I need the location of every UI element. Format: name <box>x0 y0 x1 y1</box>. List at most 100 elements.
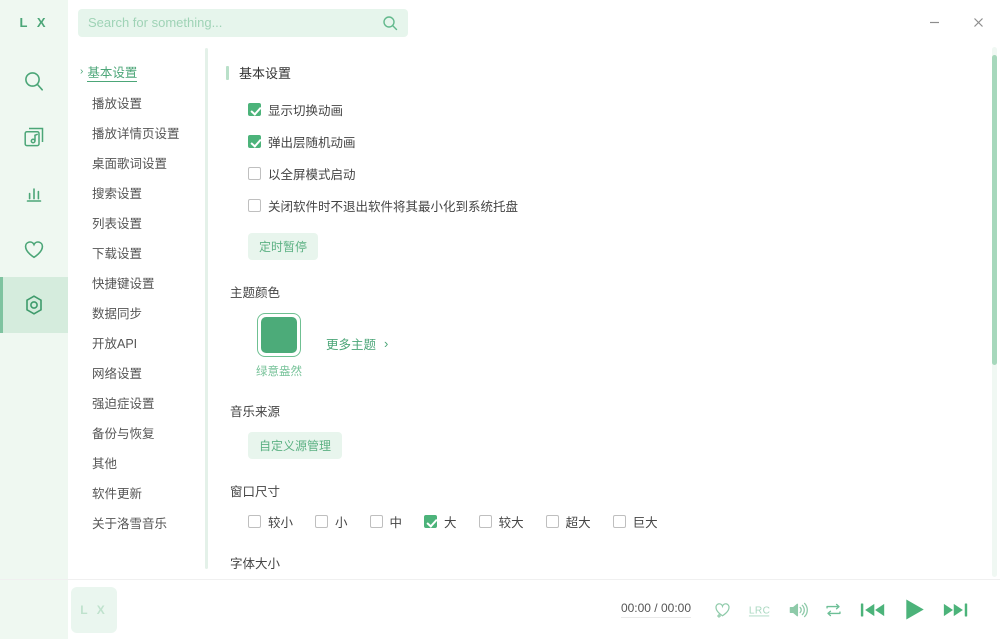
minimize-button[interactable] <box>912 0 956 45</box>
window-size-option-huge[interactable]: 巨大 <box>613 512 658 531</box>
nav-item-download-settings[interactable]: 下载设置 <box>68 237 208 267</box>
rail-song-list-icon[interactable] <box>0 109 68 165</box>
nav-item-play-settings[interactable]: 播放设置 <box>68 87 208 117</box>
nav-item-label: 播放设置 <box>92 93 142 112</box>
nav-item-label: 强迫症设置 <box>92 393 155 412</box>
nav-item-about[interactable]: 关于洛雪音乐 <box>68 507 208 537</box>
checkbox-box[interactable] <box>424 515 437 528</box>
rail-settings-icon[interactable] <box>0 277 68 333</box>
nav-item-label: 基本设置 <box>87 62 137 82</box>
favorite-icon[interactable] <box>713 600 732 619</box>
chevron-right-icon: › <box>80 67 83 77</box>
checkbox-box[interactable] <box>479 515 492 528</box>
theme-swatch-green[interactable]: 绿意盎然 <box>248 313 310 379</box>
previous-track-button[interactable] <box>859 599 887 621</box>
more-themes-link[interactable]: 更多主题 › <box>326 334 388 353</box>
app-logo: L X <box>0 0 68 45</box>
checkbox-box[interactable] <box>248 199 261 212</box>
theme-color-label: 主题颜色 <box>230 282 1000 301</box>
music-source-label: 音乐来源 <box>230 401 1000 420</box>
checkbox-box[interactable] <box>370 515 383 528</box>
nav-item-backup-restore[interactable]: 备份与恢复 <box>68 417 208 447</box>
theme-swatch-color <box>261 317 297 353</box>
checkbox-label: 弹出层随机动画 <box>268 132 356 151</box>
nav-item-network-settings[interactable]: 网络设置 <box>68 357 208 387</box>
app-window: L X <box>0 0 1000 639</box>
icon-rail <box>0 45 68 579</box>
content-scrollbar[interactable] <box>992 47 997 577</box>
nav-item-other[interactable]: 其他 <box>68 447 208 477</box>
nav-item-list-settings[interactable]: 列表设置 <box>68 207 208 237</box>
theme-color-group: 主题颜色 绿意盎然 更多主题 › <box>226 282 1000 379</box>
nav-item-data-sync[interactable]: 数据同步 <box>68 297 208 327</box>
nav-item-basic-settings[interactable]: › 基本设置 <box>68 57 208 87</box>
font-size-label: 字体大小 <box>230 553 1000 572</box>
nav-item-search-settings[interactable]: 搜索设置 <box>68 177 208 207</box>
rail-heart-icon[interactable] <box>0 221 68 277</box>
settings-nav: › 基本设置 播放设置 播放详情页设置 桌面歌词设置 搜索设置 列表设置 下载设… <box>68 45 208 579</box>
checkbox-popup-random-animation[interactable]: 弹出层随机动画 <box>248 132 1000 151</box>
nav-item-open-api[interactable]: 开放API <box>68 327 208 357</box>
window-size-option-larger[interactable]: 较大 <box>479 512 524 531</box>
checkbox-label: 关闭软件时不退出软件将其最小化到系统托盘 <box>268 196 518 215</box>
window-size-option-large[interactable]: 大 <box>424 512 457 531</box>
checkbox-box[interactable] <box>248 103 261 116</box>
nav-item-label: 备份与恢复 <box>92 423 155 442</box>
nav-item-label: 开放API <box>92 333 137 352</box>
window-size-group: 窗口尺寸 较小 小 中 大 <box>226 481 1000 531</box>
nav-item-ocd-settings[interactable]: 强迫症设置 <box>68 387 208 417</box>
checkbox-box[interactable] <box>546 515 559 528</box>
player-rail-spacer <box>0 580 68 639</box>
checkbox-box[interactable] <box>248 515 261 528</box>
checkbox-box[interactable] <box>248 167 261 180</box>
option-label: 巨大 <box>633 512 658 531</box>
checkbox-box[interactable] <box>613 515 626 528</box>
music-source-group: 音乐来源 自定义源管理 <box>226 401 1000 459</box>
play-button[interactable] <box>901 596 928 623</box>
window-size-label: 窗口尺寸 <box>230 481 1000 500</box>
volume-icon[interactable] <box>788 601 808 619</box>
rail-search-icon[interactable] <box>0 53 68 109</box>
checkbox-start-fullscreen[interactable]: 以全屏模式启动 <box>248 164 1000 183</box>
option-label: 较大 <box>499 512 524 531</box>
option-label: 中 <box>390 512 403 531</box>
timed-pause-button[interactable]: 定时暂停 <box>248 233 318 260</box>
nav-item-software-update[interactable]: 软件更新 <box>68 477 208 507</box>
theme-swatch-label: 绿意盎然 <box>248 363 310 379</box>
titlebar: L X <box>0 0 1000 45</box>
nav-item-label: 搜索设置 <box>92 183 142 202</box>
checkbox-show-switch-animation[interactable]: 显示切换动画 <box>248 100 1000 119</box>
option-label: 较小 <box>268 512 293 531</box>
theme-swatch-frame <box>257 313 301 357</box>
search-bar[interactable] <box>78 9 408 37</box>
next-track-button[interactable] <box>942 599 970 621</box>
main-body: › 基本设置 播放设置 播放详情页设置 桌面歌词设置 搜索设置 列表设置 下载设… <box>0 45 1000 579</box>
window-size-option-extra-large[interactable]: 超大 <box>546 512 591 531</box>
checkbox-box[interactable] <box>315 515 328 528</box>
nav-item-label: 关于洛雪音乐 <box>92 513 167 532</box>
font-size-group: 字体大小 较小 小 标准 大 <box>226 553 1000 579</box>
album-art-placeholder[interactable]: L X <box>71 587 117 633</box>
checkbox-box[interactable] <box>248 135 261 148</box>
nav-item-desktop-lyrics-settings[interactable]: 桌面歌词设置 <box>68 147 208 177</box>
lyrics-lrc-icon[interactable]: LRC <box>748 602 772 618</box>
nav-item-play-detail-settings[interactable]: 播放详情页设置 <box>68 117 208 147</box>
window-size-option-medium[interactable]: 中 <box>370 512 403 531</box>
player-bar: L X 00:00 / 00:00 LRC <box>0 579 1000 639</box>
window-size-option-small[interactable]: 小 <box>315 512 348 531</box>
repeat-icon[interactable] <box>824 601 843 619</box>
search-input[interactable] <box>88 15 382 30</box>
search-icon[interactable] <box>382 15 398 31</box>
nav-item-label: 其他 <box>92 453 117 472</box>
checkbox-label: 显示切换动画 <box>268 100 343 119</box>
nav-item-label: 快捷键设置 <box>92 273 155 292</box>
section-title: 基本设置 <box>226 63 1000 82</box>
window-controls <box>912 0 1000 45</box>
close-button[interactable] <box>956 0 1000 45</box>
nav-item-hotkey-settings[interactable]: 快捷键设置 <box>68 267 208 297</box>
rail-leaderboard-icon[interactable] <box>0 165 68 221</box>
custom-source-manage-button[interactable]: 自定义源管理 <box>248 432 342 459</box>
svg-text:LRC: LRC <box>749 605 770 616</box>
window-size-option-smaller[interactable]: 较小 <box>248 512 293 531</box>
checkbox-minimize-to-tray[interactable]: 关闭软件时不退出软件将其最小化到系统托盘 <box>248 196 1000 215</box>
